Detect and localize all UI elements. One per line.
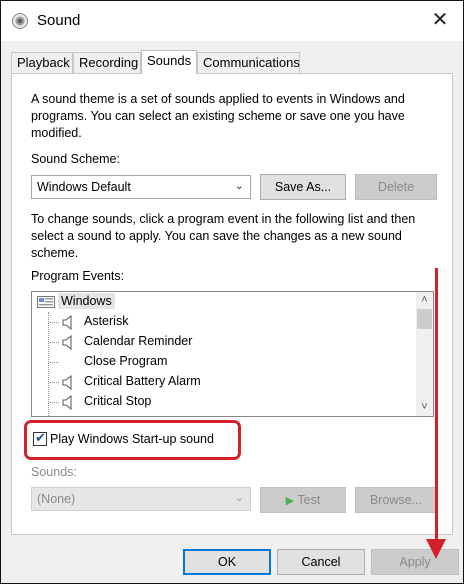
sounds-label: Sounds:	[31, 465, 77, 479]
scroll-up-icon[interactable]: ˄	[416, 292, 433, 309]
tab-communications[interactable]: Communications	[197, 52, 300, 73]
window-title: Sound	[37, 12, 81, 29]
list-item-label: Close Program	[84, 354, 168, 368]
chevron-down-icon: ⌄	[234, 492, 244, 504]
windows-group-icon	[37, 296, 55, 308]
scroll-down-icon[interactable]: ˅	[416, 399, 433, 416]
speaker-icon	[62, 335, 72, 350]
ok-button[interactable]: OK	[183, 549, 271, 575]
change-text: To change sounds, click a program event …	[31, 212, 416, 260]
sounds-value: (None)	[37, 492, 76, 506]
sound-dialog: Sound ✕ Playback Recording Sounds Commun…	[0, 0, 464, 584]
annotation-arrowhead	[426, 539, 446, 559]
play-icon: ▶	[285, 495, 295, 507]
scheme-label: Sound Scheme:	[31, 152, 120, 166]
list-item[interactable]: Critical Stop	[32, 392, 418, 412]
speaker-icon	[62, 375, 72, 390]
sounds-select[interactable]: (None) ⌄	[31, 487, 251, 511]
list-item[interactable]: Critical Battery Alarm	[32, 372, 418, 392]
tree-connector	[49, 382, 59, 383]
annotation-arrow	[435, 268, 438, 543]
speaker-icon	[62, 315, 72, 330]
tree-connector	[49, 322, 59, 323]
test-button[interactable]: ▶ Test	[260, 487, 346, 513]
test-label: Test	[297, 493, 321, 507]
tree-connector	[49, 402, 59, 403]
speaker-icon	[62, 395, 72, 410]
program-events-label: Program Events:	[31, 269, 125, 283]
list-item[interactable]: Close Program	[32, 352, 418, 372]
save-as-button[interactable]: Save As...	[260, 174, 346, 200]
cancel-button[interactable]: Cancel	[277, 549, 365, 575]
tab-sounds[interactable]: Sounds	[141, 50, 197, 74]
list-item[interactable]: Calendar Reminder	[32, 332, 418, 352]
tab-recording[interactable]: Recording	[73, 52, 141, 73]
intro-text: A sound theme is a set of sounds applied…	[31, 92, 405, 140]
list-item[interactable]: Asterisk	[32, 312, 418, 332]
title-bar: Sound ✕	[1, 1, 463, 41]
sounds-panel: A sound theme is a set of sounds applied…	[11, 73, 453, 535]
delete-button[interactable]: Delete	[355, 174, 437, 200]
browse-button[interactable]: Browse...	[355, 487, 437, 513]
list-item-label: Windows	[58, 293, 115, 309]
chevron-down-icon: ⌄	[234, 180, 244, 192]
scheme-value: Windows Default	[37, 180, 131, 194]
close-icon[interactable]: ✕	[429, 9, 451, 31]
tree-connector	[49, 362, 59, 363]
annotation-highlight-box	[24, 420, 241, 460]
speaker-icon	[12, 13, 28, 29]
list-item-label: Asterisk	[84, 314, 129, 328]
program-events-list[interactable]: Windows Asterisk Calendar Reminder Close…	[31, 291, 434, 417]
list-item-label: Critical Stop	[84, 394, 152, 408]
list-item[interactable]: Windows	[32, 292, 418, 312]
list-item-label: Calendar Reminder	[84, 334, 193, 348]
tab-playback[interactable]: Playback	[11, 52, 73, 73]
scroll-thumb[interactable]	[417, 309, 432, 329]
list-item-label: Critical Battery Alarm	[84, 374, 201, 388]
tree-connector	[49, 342, 59, 343]
scheme-select[interactable]: Windows Default ⌄	[31, 175, 251, 199]
list-scrollbar[interactable]: ˄ ˅	[416, 292, 433, 416]
